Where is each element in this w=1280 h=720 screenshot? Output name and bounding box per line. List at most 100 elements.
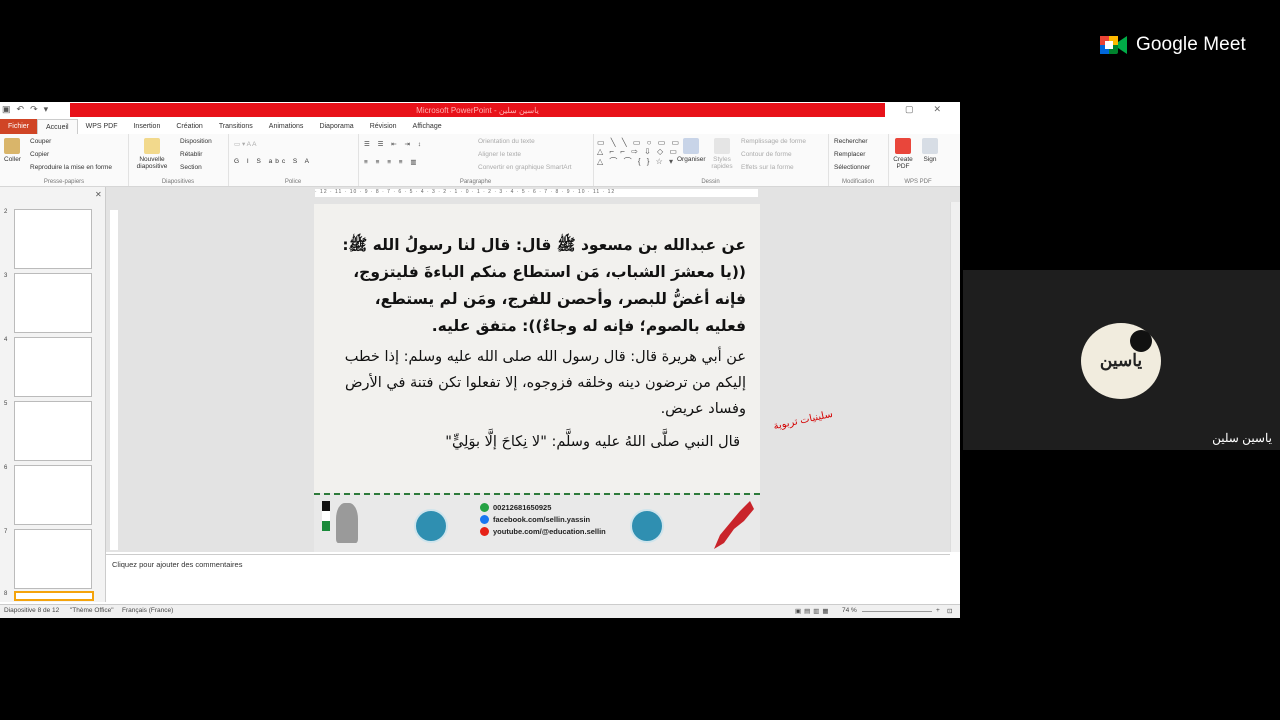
- tab-slideshow[interactable]: Diaporama: [311, 119, 361, 134]
- ribbon: Coller Couper Copier Reproduire la mise …: [0, 134, 960, 187]
- slide-thumbnail[interactable]: [14, 209, 92, 269]
- undo-icon[interactable]: ↶: [17, 104, 25, 115]
- find-button[interactable]: Rechercher: [834, 138, 868, 145]
- paragraph-group: ☰ ☰ ⇤ ⇥ ↕ ≡ ≡ ≡ ≡ ▥ Orientation du texte…: [358, 134, 594, 186]
- select-button[interactable]: Sélectionner: [834, 164, 870, 171]
- font-group-label: Police: [284, 179, 302, 185]
- hadith-paragraph-3[interactable]: قال النبي صلَّى اللهُ عليه وسلَّم: "لا ن…: [336, 434, 740, 450]
- slide-thumbnail[interactable]: [14, 273, 92, 333]
- horizontal-ruler: · 12 · 11 · 10 · 9 · 8 · 7 · 6 · 5 · 4 ·…: [315, 189, 758, 197]
- new-slide-icon: [144, 138, 160, 154]
- channel-logo-icon: [414, 509, 448, 543]
- tab-review[interactable]: Révision: [362, 119, 405, 134]
- notes-pane[interactable]: Cliquez pour ajouter des commentaires: [106, 554, 950, 604]
- powerpoint-window: ▣ ↶ ↷ ▾ Microsoft PowerPoint - ياسين سلي…: [0, 102, 960, 618]
- view-buttons[interactable]: ▣▤▥▦: [795, 607, 832, 615]
- shape-outline-button[interactable]: Contour de forme: [741, 151, 792, 158]
- thumbnail-number: 2: [4, 209, 8, 215]
- window-title: Microsoft PowerPoint - ياسين سلين: [70, 103, 885, 117]
- slide-thumbnail[interactable]: [14, 337, 92, 397]
- whatsapp-icon: [480, 503, 489, 512]
- smartart-button[interactable]: Convertir en graphique SmartArt: [478, 164, 572, 171]
- slide-thumbnail[interactable]: [14, 465, 92, 525]
- shape-fill-button[interactable]: Remplissage de forme: [741, 138, 806, 145]
- avatar-status-dot: [1130, 330, 1152, 352]
- zoom-level[interactable]: 74 %: [842, 607, 857, 614]
- title-bar: ▣ ↶ ↷ ▾ Microsoft PowerPoint - ياسين سلي…: [0, 102, 960, 118]
- tab-animations[interactable]: Animations: [261, 119, 312, 134]
- editing-group-label: Modification: [841, 179, 874, 185]
- vertical-scrollbar[interactable]: [950, 202, 960, 552]
- facebook-link: facebook.com/sellin.yassin: [493, 515, 591, 524]
- zoom-in-icon[interactable]: +: [936, 607, 940, 614]
- cut-button[interactable]: Couper: [30, 138, 51, 145]
- slide-thumbnail[interactable]: [14, 529, 92, 589]
- tab-insert[interactable]: Insertion: [125, 119, 168, 134]
- format-painter-button[interactable]: Reproduire la mise en forme: [30, 164, 112, 171]
- tab-design[interactable]: Création: [168, 119, 210, 134]
- paste-button[interactable]: Coller: [4, 138, 21, 163]
- font-controls[interactable]: ▭ ▾ A A: [234, 140, 256, 148]
- quick-styles-button[interactable]: Styles rapides: [709, 138, 735, 170]
- morocco-map-icon: [714, 501, 754, 549]
- new-slide-button[interactable]: Nouvelle diapositive: [132, 138, 172, 170]
- paste-label: Coller: [4, 156, 21, 163]
- tab-transitions[interactable]: Transitions: [211, 119, 261, 134]
- slide-thumbnails-panel: 2 3 4 5 6 7 8: [0, 187, 106, 602]
- reset-button[interactable]: Rétablir: [180, 151, 202, 158]
- language[interactable]: Français (France): [122, 607, 173, 614]
- slide-canvas[interactable]: عن عبدالله بن مسعود ﷺ قال: قال لنا رسولُ…: [314, 204, 760, 552]
- facebook-icon: [480, 515, 489, 524]
- create-pdf-label: Create PDF: [893, 156, 913, 170]
- zoom-slider[interactable]: [862, 611, 932, 612]
- youtube-row: youtube.com/@education.sellin: [480, 527, 606, 536]
- hadith-paragraph-2[interactable]: عن أبي هريرة قال: قال رسول الله صلى الله…: [336, 344, 746, 422]
- slides-group: Nouvelle diapositive Disposition Rétabli…: [128, 134, 229, 186]
- redo-icon[interactable]: ↷: [30, 104, 38, 115]
- wps-pdf-group: Create PDF Sign WPS PDF: [888, 134, 948, 186]
- clipboard-group-label: Presse-papiers: [43, 179, 85, 185]
- copy-button[interactable]: Copier: [30, 151, 49, 158]
- window-controls: ▢ ✕: [905, 104, 941, 115]
- section-button[interactable]: Section: [180, 164, 202, 171]
- quick-styles-icon: [714, 138, 730, 154]
- arrange-icon: [683, 138, 700, 154]
- thumbnail-number: 5: [4, 401, 8, 407]
- text-direction-button[interactable]: Orientation du texte: [478, 138, 535, 145]
- tab-wps-pdf[interactable]: WPS PDF: [78, 119, 126, 134]
- slide-thumbnail[interactable]: [14, 401, 92, 461]
- slide-thumbnail-selected[interactable]: [14, 591, 94, 601]
- google-meet-icon: [1100, 36, 1127, 54]
- fit-slide-icon[interactable]: ⊡: [947, 607, 952, 615]
- restore-icon[interactable]: ▢: [905, 104, 914, 115]
- thumbnail-number: 3: [4, 273, 8, 279]
- dropdown-icon[interactable]: ▾: [44, 104, 49, 115]
- tab-home[interactable]: Accueil: [37, 118, 78, 135]
- tab-view[interactable]: Affichage: [405, 119, 450, 134]
- shapes-gallery[interactable]: ▭ ╲ ╲ ▭ ○ ▭ ▭ △ ⌐ ⌐ ⇨ ⇩ ◇ ▭ △ ⌒ ⌒ { } ☆ ▾: [597, 138, 681, 167]
- new-slide-label: Nouvelle diapositive: [136, 156, 168, 170]
- contact-info: 00212681650925 facebook.com/sellin.yassi…: [480, 503, 606, 539]
- align-buttons[interactable]: ≡ ≡ ≡ ≡ ▥: [364, 158, 420, 166]
- layout-button[interactable]: Disposition: [180, 138, 212, 145]
- create-pdf-button[interactable]: Create PDF: [892, 138, 914, 170]
- sign-button[interactable]: Sign: [920, 138, 940, 163]
- tab-file[interactable]: Fichier: [0, 119, 38, 134]
- status-bar: Diapositive 8 de 12 "Thème Office" Franç…: [0, 604, 960, 618]
- channel-logo-icon: [630, 509, 664, 543]
- thumbnail-number: 4: [4, 337, 8, 343]
- font-format-buttons[interactable]: G I S abc S A: [234, 158, 312, 165]
- thumbnail-number: 6: [4, 465, 8, 471]
- hadith-paragraph-1[interactable]: عن عبدالله بن مسعود ﷺ قال: قال لنا رسولُ…: [336, 232, 746, 340]
- drawing-group: ▭ ╲ ╲ ▭ ○ ▭ ▭ △ ⌐ ⌐ ⇨ ⇩ ◇ ▭ △ ⌒ ⌒ { } ☆ ▾ …: [593, 134, 829, 186]
- phone-row: 00212681650925: [480, 503, 606, 512]
- align-text-button[interactable]: Aligner le texte: [478, 151, 521, 158]
- replace-button[interactable]: Remplacer: [834, 151, 865, 158]
- list-buttons[interactable]: ☰ ☰ ⇤ ⇥ ↕: [364, 140, 424, 148]
- arrange-button[interactable]: Organiser: [677, 138, 706, 163]
- shape-effects-button[interactable]: Effets sur la forme: [741, 164, 794, 171]
- save-icon[interactable]: ▣: [2, 104, 11, 115]
- close-icon[interactable]: ✕: [934, 104, 942, 115]
- close-panel-icon[interactable]: ✕: [95, 190, 102, 199]
- meet-brand: Google Meet: [1100, 34, 1246, 56]
